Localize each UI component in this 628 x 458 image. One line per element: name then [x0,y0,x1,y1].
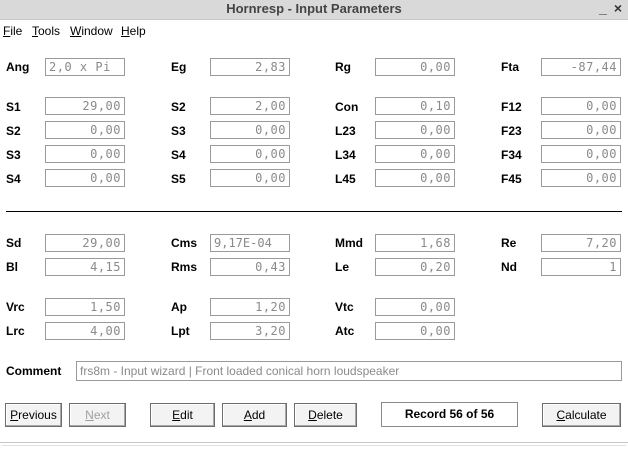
field-atc[interactable]: 0,00 [375,322,455,340]
field-sd[interactable]: 29,00 [45,234,125,252]
label-rg: Rg [335,60,351,74]
label-con: Con [335,100,359,114]
label-re: Re [501,236,517,250]
field-con[interactable]: 0,10 [375,97,455,115]
field-s5[interactable]: 0,00 [210,169,290,187]
label-f23: F23 [501,124,522,138]
field-l34[interactable]: 0,00 [375,145,455,163]
field-re[interactable]: 7,20 [541,234,621,252]
label-ang: Ang [6,60,30,74]
delete-button[interactable]: Delete [294,403,357,427]
edit-button[interactable]: Edit [150,403,215,427]
label-mmd: Mmd [335,236,363,250]
field-l23[interactable]: 0,00 [375,121,455,139]
label-sd: Sd [6,236,22,250]
menu-file[interactable]: File [3,24,22,38]
close-icon[interactable]: × [611,0,625,16]
previous-button[interactable]: Previous [5,403,62,427]
label-eg: Eg [171,60,187,74]
field-s2-col2[interactable]: 2,00 [210,97,290,115]
field-lpt[interactable]: 3,20 [210,322,290,340]
label-comment: Comment [6,364,62,378]
comment-field[interactable]: frs8m - Input wizard | Front loaded coni… [76,361,622,381]
label-atc: Atc [335,324,355,338]
label-rms: Rms [171,260,198,274]
field-ap[interactable]: 1,20 [210,298,290,316]
field-lrc[interactable]: 4,00 [45,322,125,340]
label-s2-col2: S2 [171,100,186,114]
field-f45[interactable]: 0,00 [541,169,621,187]
label-nd: Nd [501,260,517,274]
section-divider [6,211,622,212]
field-s3-col2[interactable]: 0,00 [210,121,290,139]
label-ap: Ap [171,300,187,314]
field-vrc[interactable]: 1,50 [45,298,125,316]
label-l23: L23 [335,124,356,138]
label-s3-col2: S3 [171,124,186,138]
field-vtc[interactable]: 0,00 [375,298,455,316]
field-rg[interactable]: 0,00 [375,58,455,76]
status-bar [0,442,628,458]
field-s4-col2[interactable]: 0,00 [210,145,290,163]
field-ang[interactable]: 2,0 x Pi [45,58,125,76]
status-bar-panel [2,445,626,455]
menu-bar: File Tools Window Help [0,20,628,40]
field-f23[interactable]: 0,00 [541,121,621,139]
field-s3[interactable]: 0,00 [45,145,125,163]
title-bar: Hornresp - Input Parameters _ × [0,0,628,20]
label-f12: F12 [501,100,522,114]
label-vtc: Vtc [335,300,354,314]
field-rms[interactable]: 0,43 [210,258,290,276]
label-f45: F45 [501,172,522,186]
menu-help[interactable]: Help [121,24,146,38]
label-s5: S5 [171,172,186,186]
label-s4: S4 [6,172,21,186]
window-title: Hornresp - Input Parameters [226,1,402,16]
label-lrc: Lrc [6,324,25,338]
field-f34[interactable]: 0,00 [541,145,621,163]
label-le: Le [335,260,350,274]
field-bl[interactable]: 4,15 [45,258,125,276]
field-cms[interactable]: 9,17E-04 [210,234,290,252]
label-l34: L34 [335,148,356,162]
record-indicator: Record 56 of 56 [381,402,518,427]
menu-tools[interactable]: Tools [32,24,60,38]
field-le[interactable]: 0,20 [375,258,455,276]
label-f34: F34 [501,148,522,162]
menu-window[interactable]: Window [70,24,113,38]
field-nd[interactable]: 1 [541,258,621,276]
field-l45[interactable]: 0,00 [375,169,455,187]
field-s4[interactable]: 0,00 [45,169,125,187]
label-fta: Fta [501,60,519,74]
field-eg[interactable]: 2,83 [210,58,290,76]
field-s2[interactable]: 0,00 [45,121,125,139]
label-lpt: Lpt [171,324,190,338]
next-button[interactable]: Next [69,403,126,427]
label-s3: S3 [6,148,21,162]
field-mmd[interactable]: 1,68 [375,234,455,252]
label-cms: Cms [171,236,198,250]
label-bl: Bl [6,260,18,274]
minimize-icon[interactable]: _ [596,0,610,16]
field-s1[interactable]: 29,00 [45,97,125,115]
label-s1: S1 [6,100,21,114]
label-vrc: Vrc [6,300,25,314]
label-s4-col2: S4 [171,148,186,162]
field-fta[interactable]: -87,44 [541,58,621,76]
label-s2: S2 [6,124,21,138]
calculate-button[interactable]: Calculate [542,403,621,427]
label-l45: L45 [335,172,356,186]
field-f12[interactable]: 0,00 [541,97,621,115]
add-button[interactable]: Add [222,403,287,427]
